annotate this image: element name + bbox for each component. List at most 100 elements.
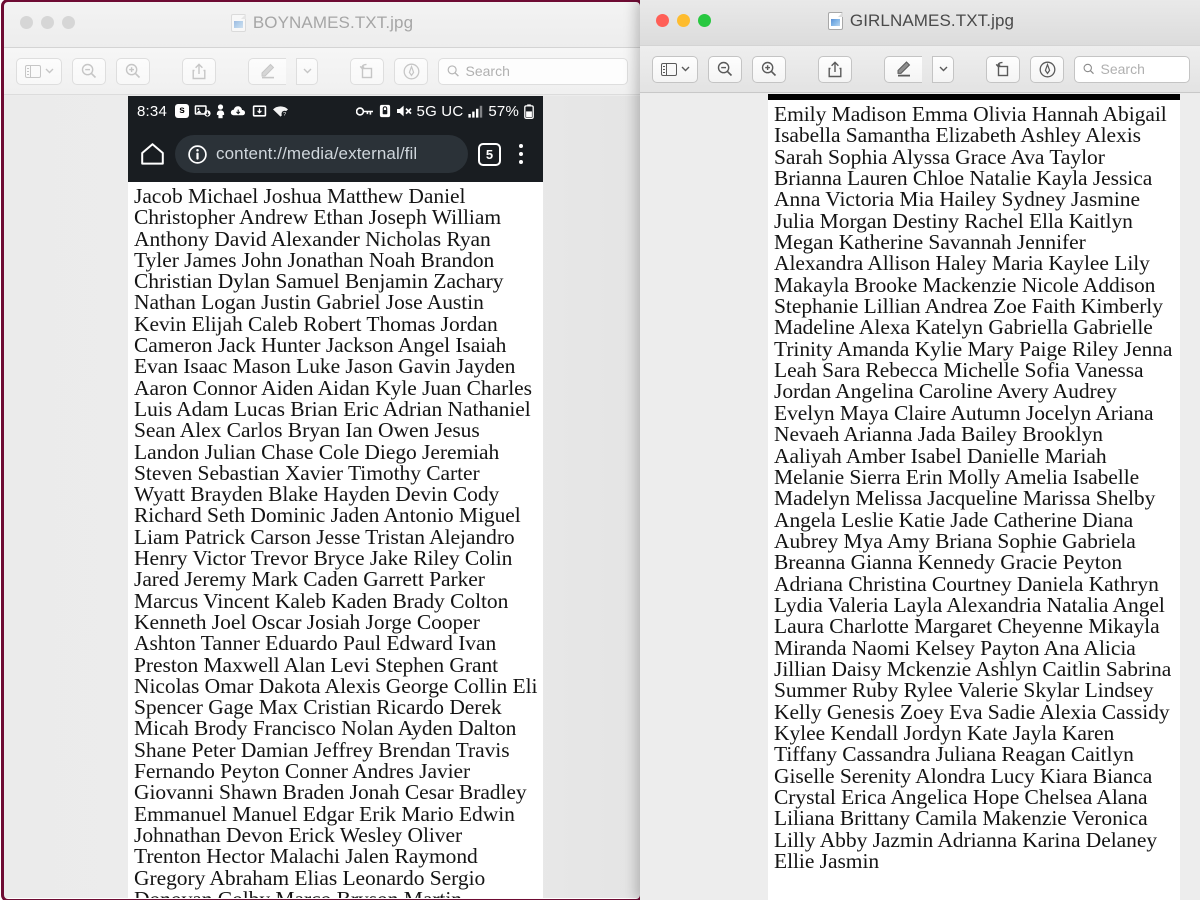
share-button[interactable] <box>182 57 216 85</box>
markup-options-button[interactable] <box>932 55 954 83</box>
markup-button[interactable] <box>884 55 922 83</box>
sidebar-toggle-button[interactable] <box>16 57 62 85</box>
status-time: 8:34 <box>137 102 167 120</box>
markup-button[interactable] <box>248 57 286 85</box>
titlebar-right[interactable]: GIRLNAMES.TXT.jpg <box>640 0 1200 46</box>
chevron-down-icon <box>939 66 947 72</box>
battery-icon <box>524 103 534 119</box>
share-button[interactable] <box>818 55 852 83</box>
sidebar-toggle-button[interactable] <box>652 55 698 83</box>
preview-window-boynames[interactable]: BOYNAMES.TXT.jpg Search 8:34 s ? 5G UC 5… <box>4 2 640 898</box>
names-line: Summer Ruby Rylee Valerie Skylar Lindsey <box>774 678 1154 703</box>
names-line: Steven Sebastian Xavier Timothy Carter <box>134 460 480 485</box>
names-line: Aaron Connor Aiden Aidan Kyle Juan Charl… <box>134 375 532 400</box>
names-line: Aubrey Mya Amy Briana Sophie Gabriela <box>774 528 1136 553</box>
names-line: Miranda Naomi Kelsey Payton Ana Alicia <box>774 635 1136 660</box>
search-input[interactable] <box>465 63 619 79</box>
names-line: Kelly Genesis Zoey Eva Sadie Alexia Cass… <box>774 699 1170 724</box>
maximize-button[interactable] <box>698 14 711 27</box>
names-line: Stephanie Lillian Andrea Zoe Faith Kimbe… <box>774 294 1163 319</box>
traffic-lights-left[interactable] <box>20 16 75 29</box>
annotate-button[interactable] <box>394 57 428 85</box>
marker-pen-icon <box>897 61 910 77</box>
document-icon <box>230 14 246 32</box>
names-line: Donovan Colby Marco Bryson Martin <box>134 888 537 898</box>
screenshot-image-girlnames: 12:39 <box>768 94 1180 900</box>
zoom-in-button[interactable] <box>752 55 786 83</box>
rotate-left-icon <box>995 61 1009 77</box>
phone-status-bar-left: 8:34 s ? 5G UC 57% <box>128 96 543 126</box>
names-line: Breanna Gianna Kennedy Gracie Peyton <box>774 550 1123 575</box>
annotate-button[interactable] <box>1030 55 1064 83</box>
names-line: Johnathan Devon Erick Wesley Oliver <box>134 822 463 847</box>
magnifier-plus-icon <box>125 63 141 79</box>
info-icon[interactable] <box>188 144 207 164</box>
names-line: Gregory Abraham Elias Leonardo Sergio <box>134 865 486 890</box>
names-line: Fernando Peyton Conner Andres Javier <box>134 759 471 784</box>
names-line: Aaliyah Amber Isabel Danielle Mariah <box>774 443 1107 468</box>
maximize-button[interactable] <box>62 16 75 29</box>
cloud-download-icon <box>230 106 245 116</box>
names-line: Richard Seth Dominic Jaden Antonio Migue… <box>134 503 521 528</box>
names-line: Leah Sara Rebecca Michelle Sofia Vanessa <box>774 358 1144 383</box>
names-line: Giselle Serenity Alondra Lucy Kiara Bian… <box>774 763 1153 788</box>
magnifier-minus-icon <box>717 61 733 77</box>
magnifier-plus-icon <box>761 61 777 77</box>
zoom-out-button[interactable] <box>708 55 742 83</box>
titlebar-left[interactable]: BOYNAMES.TXT.jpg <box>4 2 640 48</box>
window-title-text: BOYNAMES.TXT.jpg <box>252 13 414 32</box>
names-line: Liliana Brittany Camila Makenzie Veronic… <box>774 806 1148 831</box>
phone-browser-bar[interactable]: content://media/external/fil 5 <box>128 126 543 182</box>
names-line: Henry Victor Trevor Bryce Jake Riley Col… <box>134 546 513 571</box>
mute-icon <box>396 105 412 117</box>
screen-lock-icon <box>379 104 390 118</box>
search-field-right[interactable] <box>1074 55 1190 83</box>
share-icon <box>192 62 206 79</box>
annotate-pen-circle-icon <box>1039 61 1055 77</box>
sidebar-icon <box>660 62 677 76</box>
names-line: Tyler James John Jonathan Noah Brandon <box>134 247 495 272</box>
window-title-right: GIRLNAMES.TXT.jpg <box>640 11 1200 31</box>
close-button[interactable] <box>20 16 33 29</box>
marker-pen-icon <box>261 63 274 79</box>
zoom-out-button[interactable] <box>72 57 106 85</box>
rotate-button[interactable] <box>350 57 384 85</box>
wifi-question-icon: ? <box>273 106 288 118</box>
search-input[interactable] <box>1100 61 1181 77</box>
rotate-button[interactable] <box>986 55 1020 83</box>
overflow-menu-icon[interactable] <box>511 144 531 164</box>
markup-options-button[interactable] <box>296 57 318 85</box>
toolbar-right[interactable] <box>640 46 1200 93</box>
names-line: Crystal Erica Angelica Hope Chelsea Alan… <box>774 785 1148 809</box>
names-line: Kevin Elijah Caleb Robert Thomas Jordan <box>134 311 498 336</box>
annotate-pen-circle-icon <box>403 63 419 79</box>
names-line: Preston Maxwell Alan Levi Stephen Grant <box>134 652 499 677</box>
names-line: Evan Isaac Mason Luke Jason Gavin Jayden <box>134 354 516 379</box>
names-line: Ashton Tanner Eduardo Paul Edward Ivan <box>134 631 497 656</box>
chevron-down-icon <box>681 66 689 72</box>
close-button[interactable] <box>656 14 669 27</box>
names-line: Nathan Logan Justin Gabriel Jose Austin <box>134 290 484 315</box>
names-line: Isabella Samantha Elizabeth Ashley Alexi… <box>774 123 1141 148</box>
home-icon[interactable] <box>140 142 165 166</box>
minimize-button[interactable] <box>677 14 690 27</box>
names-line: Anthony David Alexander Nicholas Ryan <box>134 226 491 251</box>
traffic-lights-right[interactable] <box>656 14 711 27</box>
tab-count-button[interactable]: 5 <box>478 142 501 166</box>
preview-window-girlnames[interactable]: GIRLNAMES.TXT.jpg Search Emily Madison E… <box>640 0 1200 900</box>
preview-canvas-left: 8:34 s ? 5G UC 57% content://media/exter… <box>4 96 640 898</box>
address-bar[interactable]: content://media/external/fil <box>175 135 468 173</box>
zoom-in-button[interactable] <box>116 57 150 85</box>
names-line: Giovanni Shawn Braden Jonah Cesar Bradle… <box>134 780 527 805</box>
names-line: Melanie Sierra Erin Molly Amelia Isabell… <box>774 464 1140 489</box>
minimize-button[interactable] <box>41 16 54 29</box>
screen: BOYNAMES.TXT.jpg Search 8:34 s ? 5G UC 5… <box>0 0 1200 900</box>
toolbar-left[interactable] <box>4 48 640 95</box>
names-line: Brianna Lauren Chloe Natalie Kayla Jessi… <box>774 166 1153 191</box>
rotate-left-icon <box>359 63 373 79</box>
search-field-left[interactable] <box>438 57 628 85</box>
names-line: Micah Brody Francisco Nolan Ayden Dalton <box>134 716 517 741</box>
names-line: Spencer Gage Max Cristian Ricardo Derek <box>134 695 502 720</box>
names-line: Shane Peter Damian Jeffrey Brendan Travi… <box>134 737 510 762</box>
names-line: Sean Alex Carlos Bryan Ian Owen Jesus <box>134 418 480 443</box>
